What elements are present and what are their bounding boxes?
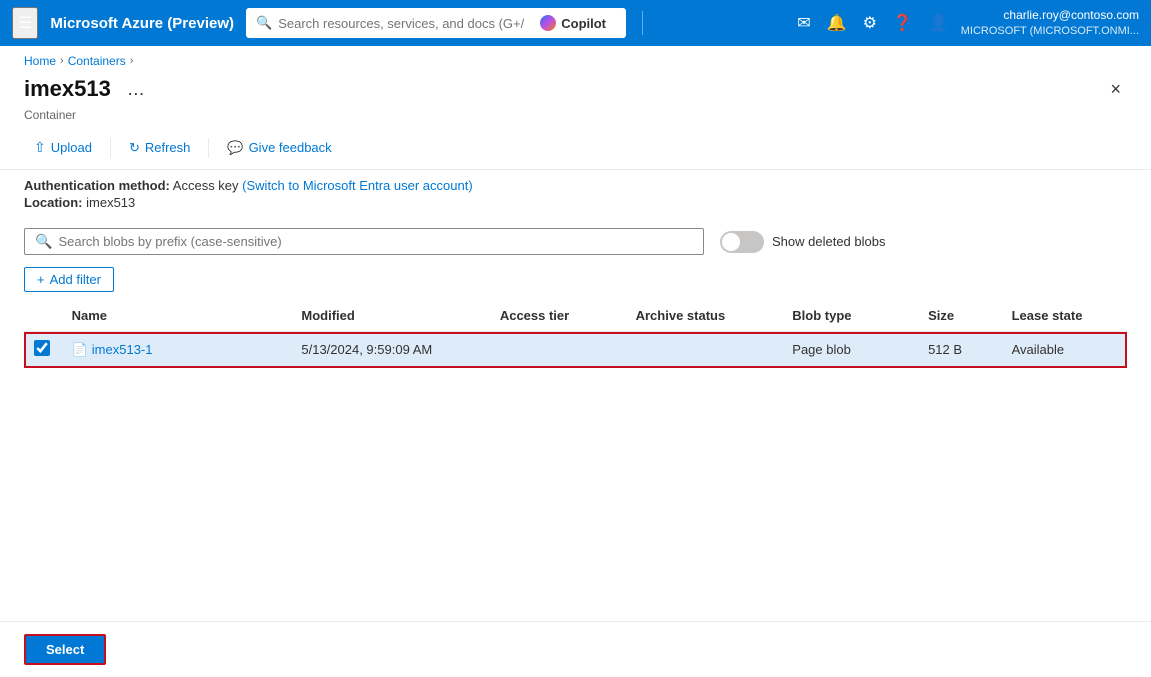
toggle-knob (722, 233, 740, 251)
app-title: Microsoft Azure (Preview) (50, 15, 234, 32)
hamburger-menu[interactable]: ☰ (12, 7, 38, 39)
show-deleted-toggle[interactable] (720, 231, 764, 253)
file-icon: 📄 (72, 342, 88, 358)
row-blob-type: Page blob (782, 332, 918, 368)
col-header-blob-type: Blob type (782, 300, 918, 332)
page-subtitle: Container (0, 108, 1151, 130)
table-header-row: Name Modified Access tier Archive status… (24, 300, 1127, 332)
breadcrumb-home[interactable]: Home (24, 54, 56, 68)
row-modified: 5/13/2024, 9:59:09 AM (291, 332, 489, 368)
topbar-divider (642, 11, 643, 35)
topbar: ☰ Microsoft Azure (Preview) 🔍 Copilot ✉ … (0, 0, 1151, 46)
show-deleted-label: Show deleted blobs (772, 234, 885, 249)
user-name: charlie.roy@contoso.com (961, 7, 1139, 24)
help-icon[interactable]: ❓ (889, 9, 917, 37)
auth-info-row: Authentication method: Access key (Switc… (24, 178, 1127, 193)
blob-table: Name Modified Access tier Archive status… (24, 300, 1127, 368)
global-search-input[interactable] (278, 16, 524, 31)
add-filter-button[interactable]: + Add filter (24, 267, 114, 292)
blob-name-text: imex513-1 (92, 342, 153, 357)
upload-button[interactable]: ⇧ Upload (24, 134, 102, 161)
show-deleted-toggle-wrap: Show deleted blobs (720, 231, 885, 253)
feedback-button[interactable]: 💬 Give feedback (217, 135, 341, 161)
notifications-icon[interactable]: 🔔 (823, 9, 851, 37)
copilot-button[interactable]: Copilot (530, 12, 616, 34)
breadcrumb-sep-2: › (130, 55, 134, 67)
breadcrumb-sep-1: › (60, 55, 64, 67)
blob-table-wrap: Name Modified Access tier Archive status… (0, 300, 1151, 621)
page-title: imex513 (24, 76, 111, 102)
toolbar-separator-1 (110, 138, 111, 158)
add-filter-icon: + (37, 272, 45, 287)
user-account[interactable]: charlie.roy@contoso.com MICROSOFT (MICRO… (961, 7, 1139, 39)
row-checkbox-cell (24, 332, 62, 368)
breadcrumb-containers[interactable]: Containers (68, 54, 126, 68)
auth-label: Authentication method: (24, 178, 170, 193)
row-name: 📄 imex513-1 (62, 332, 292, 368)
col-header-name: Name (62, 300, 292, 332)
col-header-access-tier: Access tier (490, 300, 626, 332)
row-checkbox[interactable] (34, 340, 50, 356)
blob-search-box: 🔍 (24, 228, 704, 255)
auth-value-text: Access key (173, 178, 239, 193)
filter-row: + Add filter (0, 263, 1151, 300)
global-search-box: 🔍 Copilot (246, 8, 626, 38)
refresh-icon: ↻ (129, 140, 140, 156)
search-icon: 🔍 (256, 15, 272, 31)
info-section: Authentication method: Access key (Switc… (0, 170, 1151, 220)
search-row: 🔍 Show deleted blobs (0, 220, 1151, 263)
toolbar-separator-2 (208, 138, 209, 158)
location-label: Location: (24, 195, 83, 210)
user-org: MICROSOFT (MICROSOFT.ONMI... (961, 24, 1139, 39)
location-value-text: imex513 (86, 195, 135, 210)
col-checkbox (24, 300, 62, 332)
add-filter-label: Add filter (50, 272, 101, 287)
blob-name-link[interactable]: 📄 imex513-1 (72, 342, 282, 358)
row-size: 512 B (918, 332, 1002, 368)
breadcrumb: Home › Containers › (0, 46, 1151, 72)
blob-search-icon: 🔍 (35, 233, 52, 250)
page-header: imex513 … × (0, 72, 1151, 108)
select-button[interactable]: Select (24, 634, 106, 665)
settings-icon[interactable]: ⚙ (859, 9, 881, 37)
close-button[interactable]: × (1104, 77, 1127, 102)
col-header-modified: Modified (291, 300, 489, 332)
col-header-size: Size (918, 300, 1002, 332)
auth-switch-link[interactable]: (Switch to Microsoft Entra user account) (242, 178, 472, 193)
feedback-icon[interactable]: ✉ (793, 9, 814, 37)
topbar-icons: ✉ 🔔 ⚙ ❓ 👤 charlie.roy@contoso.com MICROS… (793, 7, 1139, 39)
row-lease-state: Available (1002, 332, 1127, 368)
toolbar: ⇧ Upload ↻ Refresh 💬 Give feedback (0, 130, 1151, 170)
row-access-tier (490, 332, 626, 368)
copilot-label: Copilot (561, 16, 606, 31)
upload-icon: ⇧ (34, 139, 46, 156)
page-menu-button[interactable]: … (121, 77, 151, 102)
location-info-row: Location: imex513 (24, 195, 1127, 210)
portal-menu-icon[interactable]: 👤 (925, 9, 953, 37)
row-archive-status (626, 332, 783, 368)
refresh-button[interactable]: ↻ Refresh (119, 135, 200, 161)
blob-search-input[interactable] (58, 234, 693, 249)
col-header-lease-state: Lease state (1002, 300, 1127, 332)
table-row[interactable]: 📄 imex513-1 5/13/2024, 9:59:09 AM Page b… (24, 332, 1127, 368)
copilot-logo (540, 15, 556, 31)
footer: Select (0, 621, 1151, 677)
col-header-archive-status: Archive status (626, 300, 783, 332)
feedback-icon-toolbar: 💬 (227, 140, 243, 156)
